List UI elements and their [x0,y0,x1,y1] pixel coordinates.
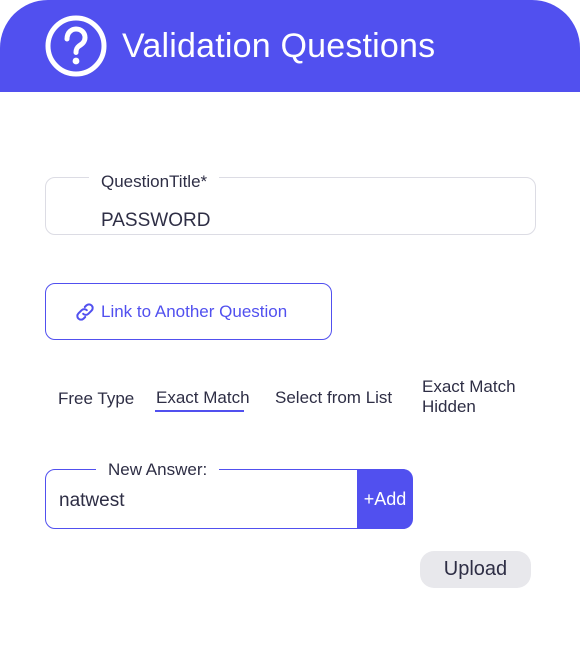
tab-free-type[interactable]: Free Type [58,389,134,409]
page-title: Validation Questions [122,27,436,65]
link-button-label: Link to Another Question [101,302,288,321]
tab-exact-match-hidden[interactable]: Exact Match [422,377,516,397]
new-answer-label: New Answer: [96,460,220,480]
upload-button[interactable]: Upload [420,551,531,588]
question-title-label: QuestionTitle* [89,172,220,192]
tab-exact-match-hidden-line2[interactable]: Hidden [422,397,476,417]
question-title-value[interactable]: PASSWORD [101,210,210,232]
new-answer-input[interactable]: natwest [59,490,124,512]
header-bar: Validation Questions [0,0,580,92]
link-icon [76,303,94,321]
help-circle-icon [45,15,107,77]
tab-exact-match[interactable]: Exact Match [156,388,250,408]
active-tab-indicator [155,410,244,412]
add-answer-button[interactable]: +Add [357,469,413,529]
validation-questions-page: Validation Questions QuestionTitle* PASS… [0,0,580,658]
tab-select-from-list[interactable]: Select from List [275,388,392,408]
